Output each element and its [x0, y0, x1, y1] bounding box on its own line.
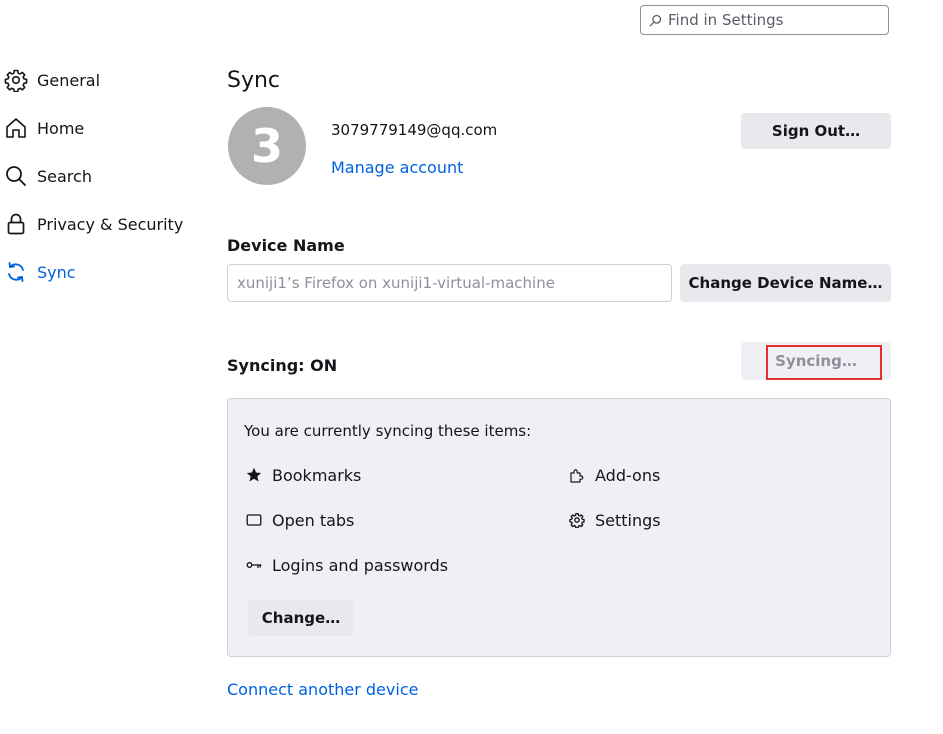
sync-intro-text: You are currently syncing these items: — [244, 422, 532, 440]
sync-icon — [4, 260, 28, 284]
lock-icon — [4, 212, 28, 236]
change-sync-items-button[interactable]: Change… — [248, 600, 354, 636]
sidebar-item-search[interactable]: Search — [4, 161, 92, 191]
sync-item-bookmarks: Bookmarks — [246, 465, 361, 485]
avatar: 3 — [228, 107, 306, 185]
star-icon — [246, 467, 262, 483]
sync-item-label: Bookmarks — [272, 465, 362, 485]
syncing-status-heading: Syncing: ON — [227, 356, 338, 375]
search-icon — [4, 164, 28, 188]
account-email: 3079779149@qq.com — [331, 121, 498, 139]
gear-icon — [4, 68, 28, 92]
syncing-button[interactable]: Syncing… — [741, 342, 891, 380]
sync-item-label: Add-ons — [595, 465, 661, 485]
sidebar-item-label: Search — [37, 166, 92, 186]
search-input[interactable] — [668, 11, 878, 29]
sign-out-button[interactable]: Sign Out… — [741, 113, 891, 149]
sync-item-settings: Settings — [569, 510, 661, 530]
home-icon — [4, 116, 28, 140]
sidebar-item-sync[interactable]: Sync — [4, 257, 76, 287]
change-device-name-button[interactable]: Change Device Name… — [680, 264, 891, 302]
sidebar-item-label: Privacy & Security — [37, 214, 184, 234]
sidebar-item-home[interactable]: Home — [4, 113, 84, 143]
gear-icon — [569, 512, 585, 528]
tab-icon — [246, 512, 262, 528]
sidebar-item-privacy-security[interactable]: Privacy & Security — [4, 209, 183, 239]
page-title: Sync — [227, 68, 281, 93]
sync-item-label: Settings — [595, 510, 661, 530]
sidebar-item-label: Sync — [37, 262, 76, 282]
sync-item-label: Open tabs — [272, 510, 355, 530]
sync-item-label: Logins and passwords — [272, 555, 449, 575]
device-name-heading: Device Name — [227, 236, 345, 255]
sync-item-logins-passwords: Logins and passwords — [246, 555, 448, 575]
puzzle-icon — [569, 467, 585, 483]
search-box[interactable] — [640, 5, 889, 35]
sync-item-add-ons: Add-ons — [569, 465, 660, 485]
key-icon — [246, 557, 262, 573]
search-icon — [649, 13, 663, 27]
sync-item-open-tabs: Open tabs — [246, 510, 354, 530]
connect-another-device-link[interactable]: Connect another device — [227, 680, 418, 699]
manage-account-link[interactable]: Manage account — [331, 158, 463, 177]
sidebar-item-label: General — [37, 70, 101, 90]
sidebar-item-label: Home — [37, 118, 85, 138]
device-name-input[interactable] — [227, 264, 672, 302]
sidebar-item-general[interactable]: General — [4, 65, 100, 95]
